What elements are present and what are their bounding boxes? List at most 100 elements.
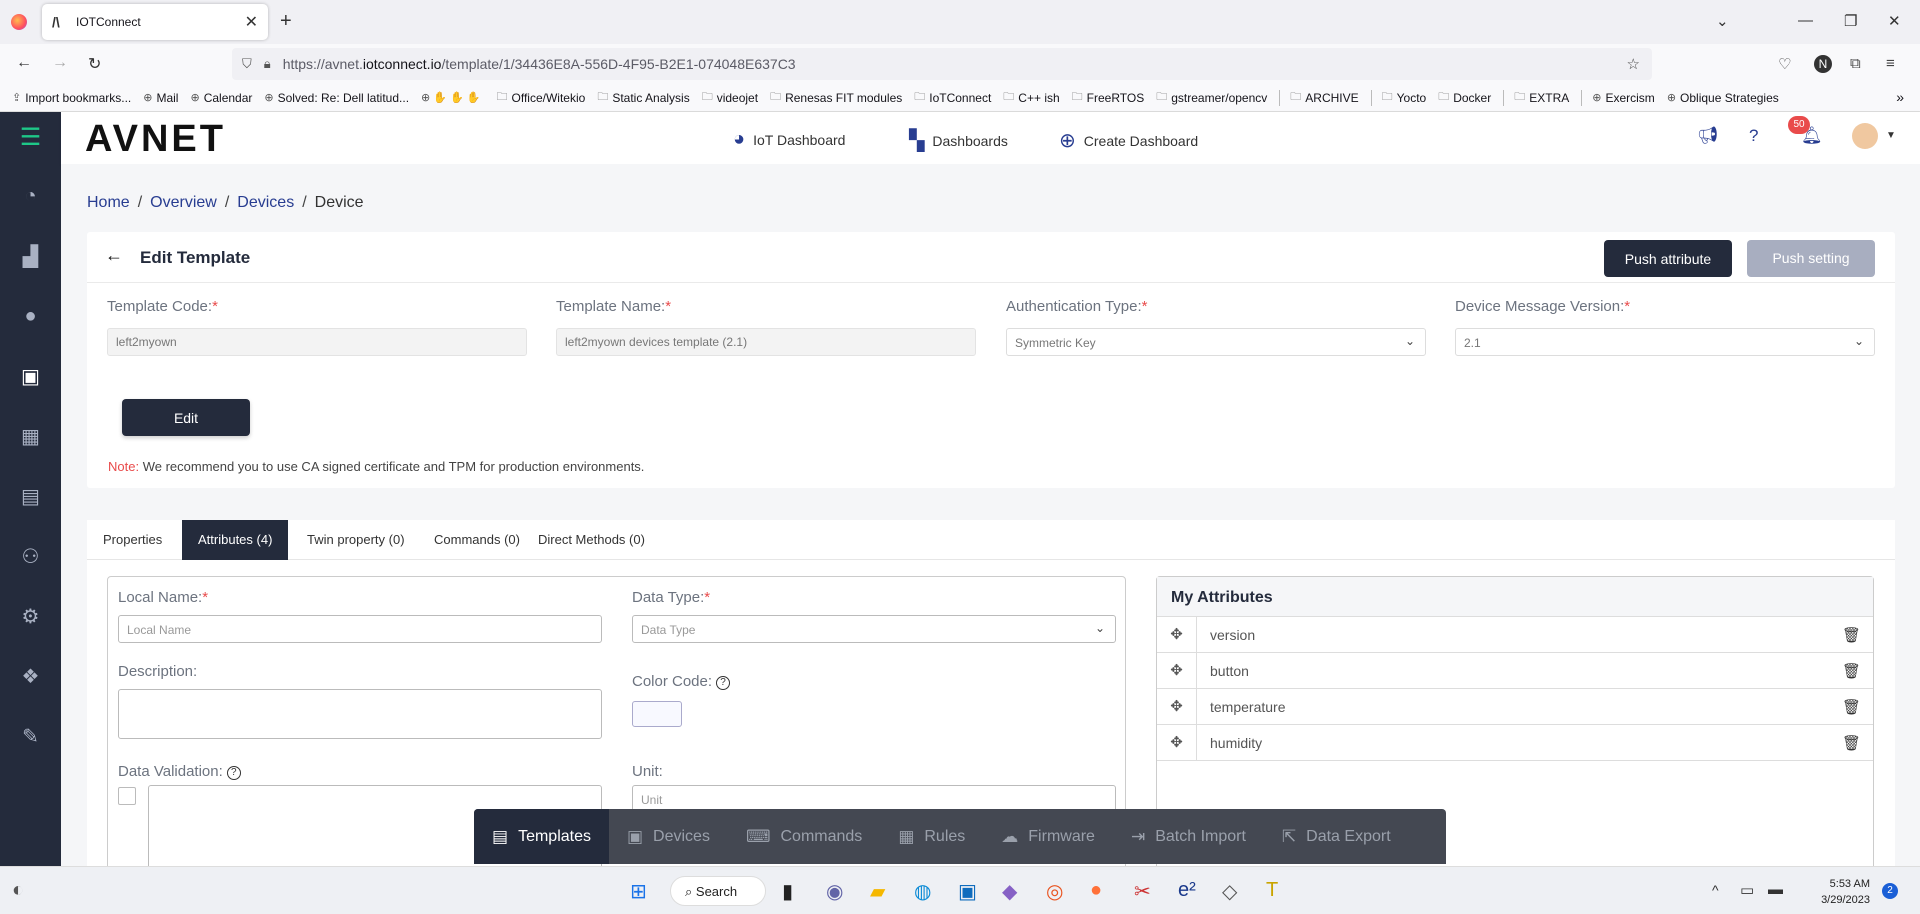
bookmark-dell[interactable]: ⊕ Solved: Re: Dell latitud...	[264, 91, 409, 105]
help-circle-icon[interactable]: ?	[226, 766, 241, 780]
bookmark-docker[interactable]: 🗀︎ Docker	[1438, 88, 1491, 107]
help-icon[interactable]: ?	[1749, 126, 1758, 146]
dashboards-link[interactable]: ▚ Dashboards	[909, 128, 1008, 153]
quick-nav-data-export[interactable]: ⇱ Data Export	[1264, 809, 1409, 864]
user-icon[interactable]: ●	[0, 296, 61, 336]
template-name-field[interactable]: left2myown devices template (2.1)	[556, 328, 976, 356]
menu-icon[interactable]: ≡	[1886, 55, 1895, 72]
push-attribute-button[interactable]: Push attribute	[1604, 240, 1732, 277]
notification-count-badge[interactable]: 2	[1882, 883, 1898, 899]
bookmark-mail[interactable]: ⊕ Mail	[143, 91, 178, 105]
bookmark-yocto[interactable]: 🗀︎ Yocto	[1382, 88, 1427, 107]
bookmark-star-icon[interactable]: ☆	[1627, 55, 1640, 73]
file-explorer-icon[interactable]: ▰	[870, 879, 885, 904]
breadcrumb-home[interactable]: Home	[87, 194, 130, 211]
bookmark-static-analysis[interactable]: 🗀︎ Static Analysis	[597, 88, 689, 107]
tab-direct-methods[interactable]: Direct Methods (0)	[522, 520, 661, 560]
edit-button[interactable]: Edit	[122, 399, 250, 436]
quick-nav-firmware[interactable]: ☁ Firmware	[983, 809, 1113, 864]
drag-handle-icon[interactable]: ✥	[1157, 689, 1197, 724]
bookmark-import[interactable]: ⇪ Import bookmarks...	[12, 91, 131, 105]
list-item[interactable]: ✥ temperature 🗑︎	[1157, 689, 1873, 725]
data-type-select[interactable]: Data Type ⌄	[632, 615, 1116, 643]
drag-handle-icon[interactable]: ✥	[1157, 725, 1197, 760]
description-textarea[interactable]	[118, 689, 602, 739]
tab-attributes[interactable]: Attributes (4)	[182, 520, 289, 568]
widgets-icon[interactable]: ◐	[12, 879, 24, 902]
visual-studio-icon[interactable]: ◆	[1002, 879, 1017, 904]
minimize-icon[interactable]: —	[1798, 12, 1813, 29]
windows-start-icon[interactable]: ⊞	[630, 879, 647, 904]
tab-commands[interactable]: Commands (0)	[418, 520, 536, 560]
device-message-version-select[interactable]: 2.1 ⌄	[1455, 328, 1875, 356]
auth-type-select[interactable]: Symmetric Key ⌄	[1006, 328, 1426, 356]
bookmark-gstreamer[interactable]: 🗀︎ gstreamer/opencv	[1156, 88, 1267, 107]
lock-icon[interactable]: 🔒︎	[264, 56, 271, 72]
quick-nav-batch-import[interactable]: ⇥ Batch Import	[1113, 809, 1264, 864]
new-tab-icon[interactable]: +	[280, 10, 292, 33]
list-item[interactable]: ✥ version 🗑︎	[1157, 617, 1873, 653]
avnet-logo[interactable]: AVNET	[85, 118, 226, 161]
push-setting-button[interactable]: Push setting	[1747, 240, 1875, 277]
edge-icon[interactable]: ◍	[914, 879, 931, 904]
account-icon[interactable]: N	[1814, 55, 1832, 73]
display-icon[interactable]: ▭	[1740, 881, 1754, 899]
tools-icon[interactable]: ✎	[0, 716, 61, 756]
chevron-up-icon[interactable]: ^	[1712, 882, 1719, 898]
back-arrow-icon[interactable]: ←	[105, 245, 123, 266]
tab-twin-property[interactable]: Twin property (0)	[291, 520, 421, 560]
template-code-field[interactable]: left2myown	[107, 328, 527, 356]
bookmark-archive[interactable]: 🗀︎ ARCHIVE	[1290, 88, 1358, 107]
bookmark-oblique[interactable]: ⊕ Oblique Strategies	[1667, 91, 1779, 105]
bookmark-exercism[interactable]: ⊕ Exercism	[1592, 91, 1655, 105]
ubuntu-icon[interactable]: ◎	[1046, 879, 1063, 904]
bookmark-calendar[interactable]: ⊕ Calendar	[190, 91, 252, 105]
trash-icon[interactable]: 🗑︎	[1842, 626, 1861, 644]
settings-gear-icon[interactable]: ⚙	[0, 596, 61, 636]
users-group-icon[interactable]: ⚇	[0, 536, 61, 576]
quick-nav-templates[interactable]: ▤ Templates	[474, 809, 609, 864]
iot-dashboard-link[interactable]: ◕ IoT Dashboard	[733, 128, 845, 151]
restore-icon[interactable]: ❐	[1844, 12, 1857, 30]
firefox-taskbar-icon[interactable]: ●	[1090, 879, 1102, 902]
drag-handle-icon[interactable]: ✥	[1157, 617, 1197, 652]
quick-nav-rules[interactable]: ▦ Rules	[880, 809, 983, 864]
trash-icon[interactable]: 🗑︎	[1842, 662, 1861, 680]
help-circle-icon[interactable]: ?	[716, 676, 731, 690]
list-item[interactable]: ✥ button 🗑︎	[1157, 653, 1873, 689]
calendar-icon[interactable]: ▦	[0, 416, 61, 456]
bookmark-extra[interactable]: 🗀︎ EXTRA	[1514, 88, 1569, 107]
close-window-icon[interactable]: ✕	[1888, 12, 1901, 30]
chevron-down-icon[interactable]: ▼	[1886, 130, 1896, 141]
taskbar-search[interactable]: ⌕ Search	[670, 876, 766, 906]
bookmark-renesas[interactable]: 🗀︎ Renesas FIT modules	[770, 88, 902, 107]
more-bookmarks-icon[interactable]: »	[1896, 89, 1904, 105]
drag-handle-icon[interactable]: ✥	[1157, 653, 1197, 688]
battery-icon[interactable]: ▬	[1768, 881, 1783, 898]
list-item[interactable]: ✥ humidity 🗑︎	[1157, 725, 1873, 761]
announcement-icon[interactable]: 📢︎	[1697, 126, 1719, 146]
list-tabs-icon[interactable]: ⌄	[1716, 12, 1729, 30]
cubes-icon[interactable]: ❖	[0, 656, 61, 696]
e2-studio-icon[interactable]: e²	[1178, 879, 1196, 902]
create-dashboard-link[interactable]: ⊕ Create Dashboard	[1059, 128, 1198, 153]
task-view-icon[interactable]: ▮	[782, 879, 793, 904]
extensions-icon[interactable]: ⧉	[1850, 55, 1861, 72]
bookmark-icons[interactable]: ⊕ ✋ ✋ ✋	[421, 91, 484, 104]
reload-icon[interactable]: ↻	[88, 54, 101, 74]
back-icon[interactable]: ←	[16, 54, 32, 72]
breadcrumb-overview[interactable]: Overview	[150, 194, 217, 211]
git-icon[interactable]: ◇	[1222, 879, 1237, 904]
local-name-input[interactable]: Local Name	[118, 615, 602, 643]
report-icon[interactable]: ▤	[0, 476, 61, 516]
bookmark-cpp[interactable]: 🗀︎ C++ ish	[1003, 88, 1059, 107]
quick-nav-commands[interactable]: ⌨ Commands	[728, 809, 880, 864]
chip-icon[interactable]: ▣	[0, 356, 61, 396]
avatar[interactable]	[1852, 123, 1878, 149]
snipping-tool-icon[interactable]: ✂	[1134, 879, 1151, 904]
bookmark-iotconnect[interactable]: 🗀︎ IoTConnect	[914, 88, 991, 107]
url-bar[interactable]: ⛉ 🔒︎ https://avnet.iotconnect.io/templat…	[232, 48, 1652, 80]
browser-tab[interactable]: /\ IOTConnect ✕	[42, 4, 268, 40]
close-tab-icon[interactable]: ✕	[245, 12, 258, 32]
terminal-app-icon[interactable]: T	[1266, 879, 1278, 902]
